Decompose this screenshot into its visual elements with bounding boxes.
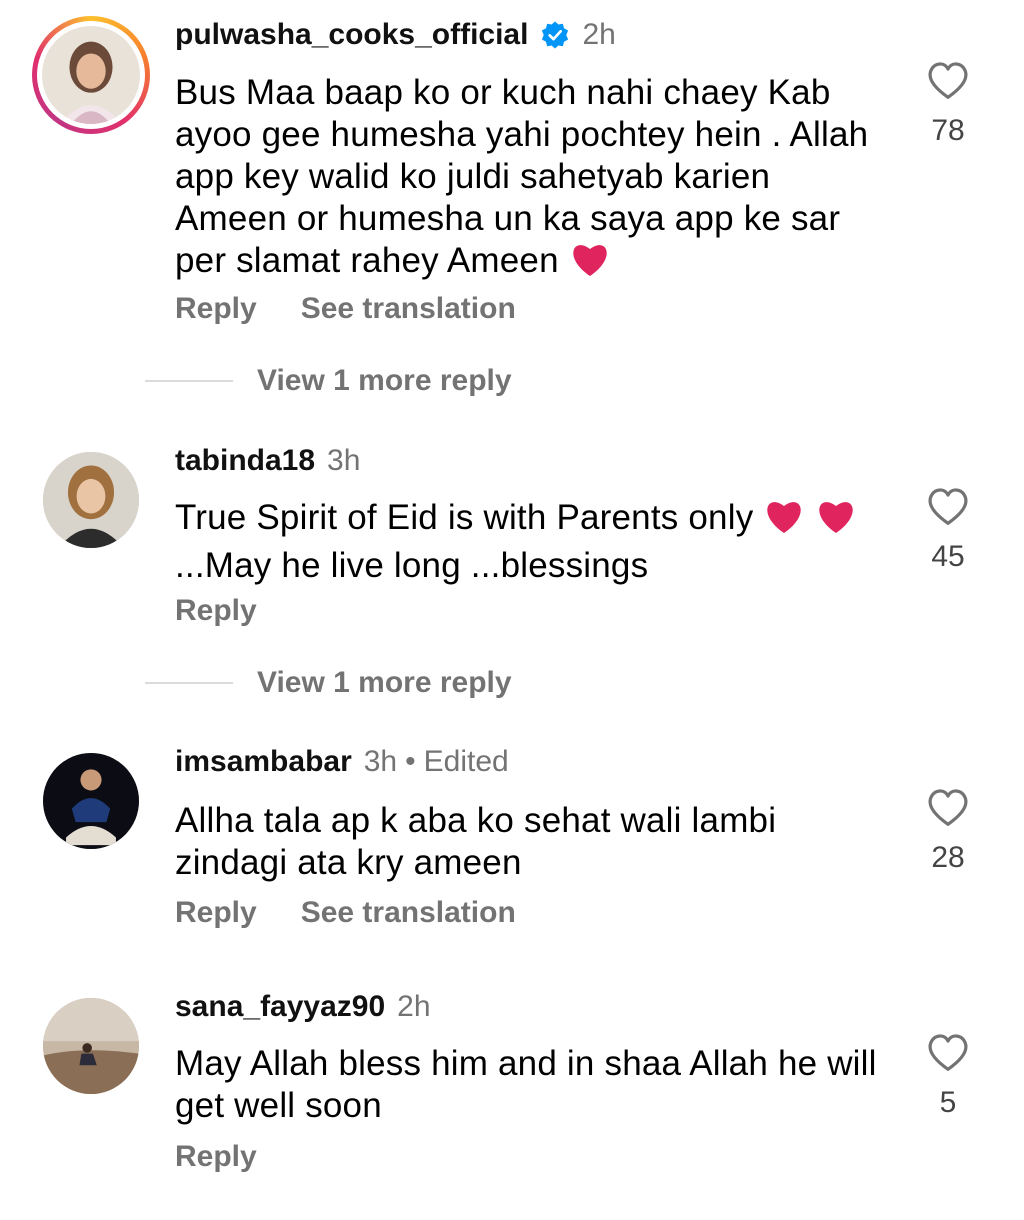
like-control: 28	[918, 787, 978, 875]
username[interactable]: sana_fayyaz90	[175, 990, 385, 1024]
comment-actions: Reply See translation	[175, 292, 516, 326]
replies-divider	[145, 682, 233, 684]
username[interactable]: pulwasha_cooks_official	[175, 18, 528, 52]
comment-text: True Spirit of Eid is with Parents only …	[175, 497, 885, 587]
avatar-photo	[42, 26, 140, 124]
see-translation-button[interactable]: See translation	[301, 292, 516, 326]
heart-outline-icon[interactable]	[918, 1032, 978, 1072]
reply-button[interactable]: Reply	[175, 896, 257, 930]
replies-divider	[145, 380, 233, 382]
red-heart-emoji	[815, 497, 857, 545]
comment-text-body: Allha tala ap k aba ko sehat wali lambi …	[175, 801, 777, 882]
avatar-photo	[43, 753, 139, 849]
like-count: 28	[931, 841, 965, 874]
comment-header: pulwasha_cooks_official 2h	[175, 18, 616, 52]
reply-button[interactable]: Reply	[175, 594, 257, 628]
heart-outline-icon[interactable]	[918, 486, 978, 526]
avatar[interactable]	[43, 753, 139, 849]
comment-time: 3h	[363, 745, 398, 778]
like-control: 45	[918, 486, 978, 574]
like-control: 5	[918, 1032, 978, 1120]
view-more-replies-button[interactable]: View 1 more reply	[257, 364, 512, 398]
like-count: 45	[931, 540, 965, 573]
heart-outline-icon[interactable]	[918, 787, 978, 827]
like-count: 78	[931, 114, 965, 147]
avatar[interactable]	[32, 16, 150, 134]
comment-text: May Allah bless him and in shaa Allah he…	[175, 1043, 885, 1127]
comment-text-body: Bus Maa baap ko or kuch nahi chaey Kab a…	[175, 73, 869, 280]
avatar[interactable]	[43, 998, 139, 1094]
avatar[interactable]	[43, 452, 139, 548]
comment-header: tabinda18 3h	[175, 444, 360, 478]
avatar-photo	[43, 452, 139, 548]
like-count: 5	[939, 1086, 957, 1119]
comment-text-body: True Spirit of Eid is with Parents only	[175, 498, 754, 537]
edited-label: Edited	[423, 745, 509, 778]
reply-button[interactable]: Reply	[175, 1140, 257, 1174]
avatar-photo	[43, 998, 139, 1094]
comment-actions: Reply See translation	[175, 896, 516, 930]
comment-actions: Reply	[175, 1140, 257, 1174]
comment-time: 3h	[327, 444, 361, 477]
comment-text: Allha tala ap k aba ko sehat wali lambi …	[175, 800, 885, 884]
username[interactable]: imsambabar	[175, 745, 352, 779]
reply-button[interactable]: Reply	[175, 292, 257, 326]
comment-time: 2h	[582, 18, 616, 51]
comment-header: imsambabar 3h • Edited	[175, 745, 509, 779]
see-translation-button[interactable]: See translation	[301, 896, 516, 930]
view-replies: View 1 more reply	[145, 666, 512, 700]
comment-actions: Reply	[175, 594, 257, 628]
comment-time: 2h	[397, 990, 431, 1023]
username[interactable]: tabinda18	[175, 444, 315, 478]
view-more-replies-button[interactable]: View 1 more reply	[257, 666, 512, 700]
heart-outline-icon[interactable]	[918, 60, 978, 100]
view-replies: View 1 more reply	[145, 364, 512, 398]
comment-text-body: May Allah bless him and in shaa Allah he…	[175, 1044, 877, 1125]
separator-dot: •	[405, 745, 416, 778]
comment-text: Bus Maa baap ko or kuch nahi chaey Kab a…	[175, 72, 885, 288]
comment-header: sana_fayyaz90 2h	[175, 990, 431, 1024]
verified-badge-icon	[540, 20, 570, 50]
red-heart-emoji	[763, 497, 805, 545]
like-control: 78	[918, 60, 978, 148]
red-heart-emoji	[569, 240, 611, 288]
comment-text-body-continued: ...May he live long ...blessings	[175, 546, 649, 585]
